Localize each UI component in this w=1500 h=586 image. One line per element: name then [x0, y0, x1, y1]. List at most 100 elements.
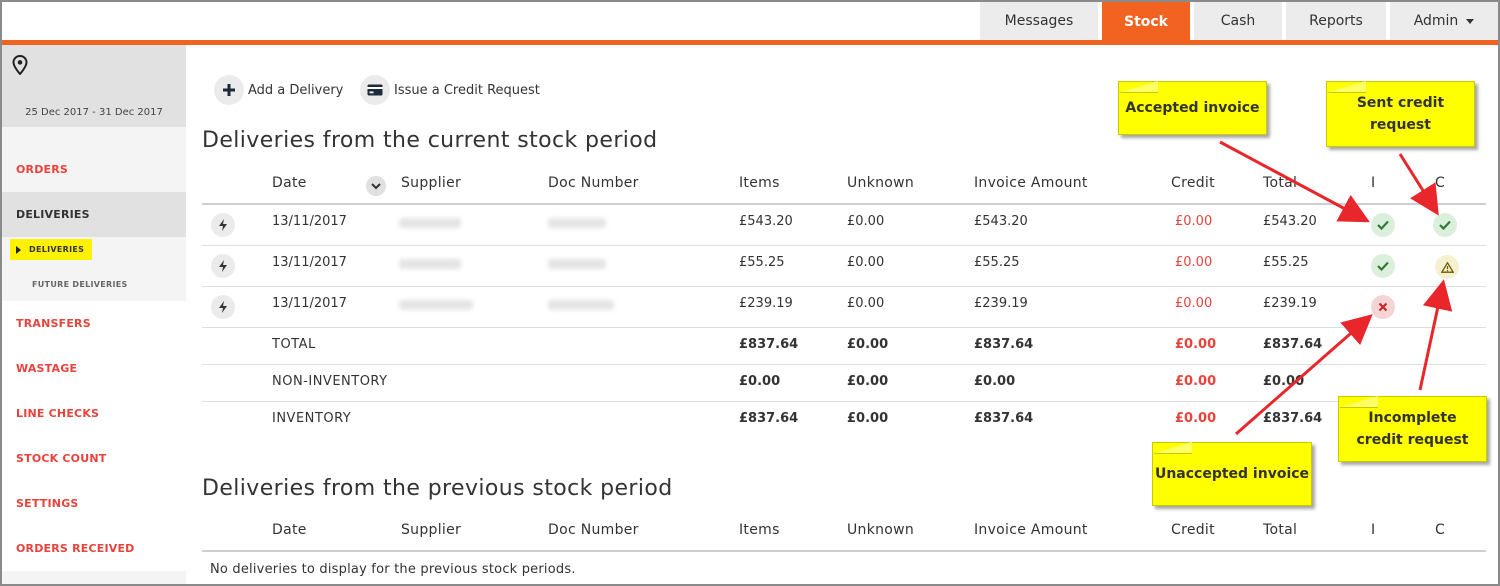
note-fold [1152, 442, 1192, 454]
previous-period-title: Deliveries from the previous stock perio… [202, 476, 673, 501]
note-fold [1118, 81, 1158, 93]
col-header-date[interactable]: Date [272, 522, 307, 538]
header-divider [202, 203, 1486, 205]
doc-number-redacted [548, 218, 606, 228]
summary-invoice: £0.00 [974, 374, 1016, 389]
sidebar-subitem-future-deliveries[interactable]: FUTURE DELIVERIES [10, 280, 128, 289]
col-header-total: Total [1263, 522, 1298, 538]
tab-admin[interactable]: Admin [1390, 2, 1498, 40]
sidebar-item-deliveries[interactable]: DELIVERIES [2, 192, 186, 237]
issue-credit-request-button[interactable]: Issue a Credit Request [360, 75, 540, 105]
col-header-supplier: Supplier [401, 522, 462, 538]
arrow-incomplete-credit [1418, 279, 1453, 391]
summary-invoice: £837.64 [974, 411, 1034, 426]
lightning-icon[interactable] [211, 213, 235, 237]
cross-icon[interactable] [1371, 295, 1395, 319]
add-delivery-label: Add a Delivery [248, 82, 344, 98]
supplier-redacted [399, 259, 461, 269]
summary-total: £0.00 [1263, 374, 1305, 389]
row-credit: £0.00 [1175, 255, 1213, 270]
row-total: £55.25 [1263, 255, 1309, 270]
col-header-items: Items [739, 522, 780, 538]
header-divider [202, 550, 1486, 552]
row-invoice-amount: £543.20 [974, 214, 1028, 229]
tab-cash[interactable]: Cash [1194, 2, 1282, 40]
credit-card-icon [360, 75, 390, 105]
summary-total: £837.64 [1263, 337, 1323, 352]
note-fold [1326, 81, 1366, 93]
sidebar-subitem-label: DELIVERIES [29, 245, 85, 254]
nav-accent-bar [2, 40, 1498, 45]
summary-total: £837.64 [1263, 411, 1323, 426]
row-credit: £0.00 [1175, 214, 1213, 229]
check-icon[interactable] [1433, 213, 1457, 237]
callout-sent-credit-request: Sent credit request [1326, 81, 1475, 147]
summary-unknown: £0.00 [847, 337, 889, 352]
plus-icon [214, 75, 244, 105]
tab-messages[interactable]: Messages [980, 2, 1098, 40]
row-unknown: £0.00 [847, 214, 885, 229]
col-header-supplier: Supplier [401, 175, 462, 191]
sidebar-item-settings[interactable]: SETTINGS [2, 481, 186, 526]
col-header-invoice-status: I [1371, 175, 1376, 191]
date-range: 25 Dec 2017 - 31 Dec 2017 [25, 107, 163, 118]
tab-stock[interactable]: Stock [1102, 2, 1190, 42]
col-header-items: Items [739, 175, 780, 191]
summary-label: INVENTORY [272, 411, 352, 426]
doc-number-redacted [548, 300, 614, 310]
check-icon[interactable] [1371, 213, 1395, 237]
row-items: £543.20 [739, 214, 793, 229]
col-header-invoice-status: I [1371, 522, 1376, 538]
row-total: £543.20 [1263, 214, 1317, 229]
callout-accepted-invoice: Accepted invoice [1118, 81, 1267, 135]
sidebar-item-orders-received[interactable]: ORDERS RECEIVED [2, 526, 186, 571]
sidebar-item-orders[interactable]: ORDERS [2, 147, 186, 192]
summary-unknown: £0.00 [847, 411, 889, 426]
col-header-credit: Credit [1171, 522, 1215, 538]
col-header-unknown: Unknown [847, 522, 915, 538]
col-header-credit-status: C [1435, 522, 1446, 538]
sort-chevron-down-icon[interactable] [366, 176, 386, 196]
row-divider [202, 327, 1486, 328]
warning-icon[interactable] [1435, 255, 1459, 279]
row-divider [202, 364, 1486, 365]
col-header-invoice-amount: Invoice Amount [974, 522, 1088, 538]
row-total: £239.19 [1263, 296, 1317, 311]
issue-credit-request-label: Issue a Credit Request [394, 82, 540, 98]
add-delivery-button[interactable]: Add a Delivery [214, 75, 343, 105]
col-header-total: Total [1263, 175, 1298, 191]
lightning-icon[interactable] [211, 254, 235, 278]
row-divider [202, 245, 1486, 246]
sidebar-item-wastage[interactable]: WASTAGE [2, 346, 186, 391]
callout-text: Incomplete credit request [1356, 410, 1469, 448]
summary-unknown: £0.00 [847, 374, 889, 389]
summary-credit: £0.00 [1175, 337, 1217, 352]
row-date: 13/11/2017 [272, 255, 347, 270]
row-invoice-amount: £55.25 [974, 255, 1020, 270]
row-items: £239.19 [739, 296, 793, 311]
callout-incomplete-credit-request: Incomplete credit request [1338, 396, 1487, 462]
lightning-icon[interactable] [211, 295, 235, 319]
summary-items: £837.64 [739, 337, 799, 352]
location-block: 25 Dec 2017 - 31 Dec 2017 [2, 45, 186, 127]
row-date: 13/11/2017 [272, 296, 347, 311]
caret-right-icon [16, 245, 21, 254]
app-frame: Messages Stock Cash Reports Admin 25 Dec… [0, 0, 1500, 586]
arrow-sent-credit [1398, 153, 1439, 216]
check-icon[interactable] [1371, 254, 1395, 278]
map-pin-icon[interactable] [12, 54, 28, 79]
note-fold [1338, 396, 1378, 408]
row-unknown: £0.00 [847, 255, 885, 270]
sidebar-item-stock-count[interactable]: STOCK COUNT [2, 436, 186, 481]
sidebar-item-transfers[interactable]: TRANSFERS [2, 301, 186, 346]
sidebar: 25 Dec 2017 - 31 Dec 2017 ORDERS DELIVER… [2, 45, 186, 584]
row-credit: £0.00 [1175, 296, 1213, 311]
callout-unaccepted-invoice: Unaccepted invoice [1152, 442, 1312, 506]
supplier-redacted [399, 300, 473, 310]
sidebar-subitem-deliveries[interactable]: DELIVERIES [10, 239, 93, 260]
sidebar-item-line-checks[interactable]: LINE CHECKS [2, 391, 186, 436]
col-header-credit-status: C [1435, 175, 1446, 191]
tab-reports[interactable]: Reports [1286, 2, 1386, 40]
row-items: £55.25 [739, 255, 785, 270]
col-header-date[interactable]: Date [272, 175, 307, 191]
